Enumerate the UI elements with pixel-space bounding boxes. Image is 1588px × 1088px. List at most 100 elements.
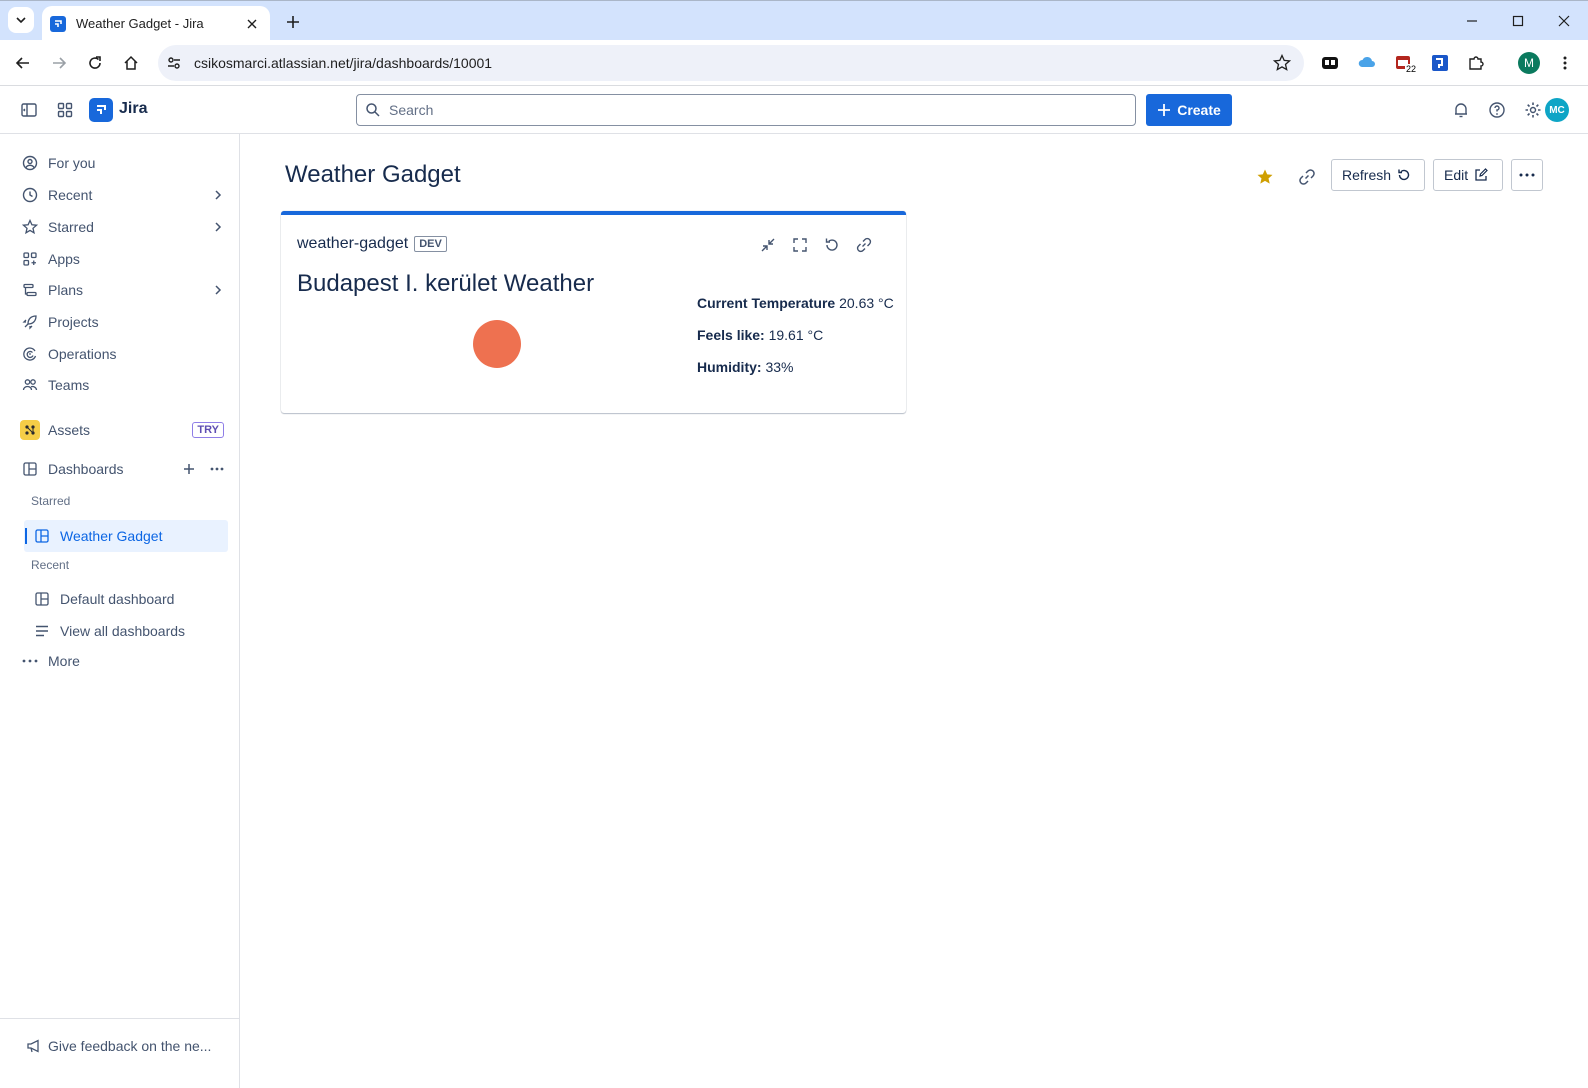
sidebar-item-assets[interactable]: Assets TRY xyxy=(12,415,228,445)
chevron-down-icon xyxy=(16,17,26,24)
forward-button[interactable] xyxy=(45,49,73,77)
browser-profile-avatar[interactable]: M xyxy=(1518,52,1540,74)
chevron-right-icon[interactable] xyxy=(208,217,228,237)
minimize-gadget-icon[interactable] xyxy=(755,232,781,258)
sidebar-item-label: For you xyxy=(48,155,96,171)
arrow-left-icon xyxy=(15,57,29,69)
sidebar-item-label: Recent xyxy=(48,187,93,203)
app-switcher-icon[interactable] xyxy=(53,98,77,122)
sidebar-dashboard-default[interactable]: Default dashboard xyxy=(24,583,228,615)
edit-label: Edit xyxy=(1444,167,1469,183)
assets-icon xyxy=(20,420,40,440)
current-temperature: Current Temperature 20.63 °C xyxy=(697,295,894,311)
sidebar-section-recent: Recent xyxy=(31,558,70,572)
cloud-extension-icon[interactable] xyxy=(1355,51,1379,75)
jira-favicon-icon xyxy=(50,15,66,32)
sidebar-item-for-you[interactable]: For you xyxy=(12,148,228,178)
feels-like-label: Feels like: xyxy=(697,327,765,343)
sidebar-item-starred[interactable]: Starred xyxy=(12,212,228,242)
refresh-icon xyxy=(1398,169,1410,181)
app-name[interactable]: Jira xyxy=(119,100,147,118)
humidity: Humidity: 33% xyxy=(697,359,793,375)
new-tab-button[interactable] xyxy=(280,9,306,35)
settings-gear-icon[interactable] xyxy=(1521,98,1545,122)
dashboard-icon xyxy=(20,459,40,479)
maximize-window-button[interactable] xyxy=(1498,7,1538,35)
sidebar-item-projects[interactable]: Projects xyxy=(12,307,228,337)
chevron-right-icon[interactable] xyxy=(208,280,228,300)
sidebar-item-label: Plans xyxy=(48,282,84,298)
refresh-label: Refresh xyxy=(1342,167,1392,183)
sidebar-item-label: Projects xyxy=(48,314,99,330)
sidebar-item-dashboards[interactable]: Dashboards xyxy=(12,454,228,484)
site-info-icon[interactable] xyxy=(166,55,182,71)
search-icon xyxy=(366,103,380,117)
help-icon[interactable] xyxy=(1485,98,1509,122)
sidebar-item-plans[interactable]: Plans xyxy=(12,275,228,305)
dashboard-icon xyxy=(32,526,52,546)
close-tab-icon[interactable] xyxy=(242,14,262,34)
sidebar-item-label: Starred xyxy=(48,219,94,235)
gadget-link-icon[interactable] xyxy=(851,232,877,258)
home-button[interactable] xyxy=(117,49,145,77)
refresh-button[interactable]: Refresh xyxy=(1331,159,1425,191)
feedback-label: Give feedback on the ne... xyxy=(48,1038,212,1054)
edit-button[interactable]: Edit xyxy=(1433,159,1503,191)
humidity-value: 33% xyxy=(765,359,794,375)
more-options-icon[interactable] xyxy=(206,458,228,480)
url-text[interactable]: csikosmarci.atlassian.net/jira/dashboard… xyxy=(194,55,492,71)
notifications-bell-icon[interactable] xyxy=(1449,98,1473,122)
gadget-name: weather-gadget xyxy=(297,235,409,252)
expand-gadget-icon[interactable] xyxy=(787,232,813,258)
minimize-icon xyxy=(1467,20,1477,22)
search-input[interactable] xyxy=(389,102,1135,118)
extensions-puzzle-icon[interactable] xyxy=(1464,51,1488,75)
extension-tiles-icon[interactable] xyxy=(1318,51,1342,75)
sidebar-item-teams[interactable]: Teams xyxy=(12,370,228,400)
create-button[interactable]: Create xyxy=(1146,94,1232,126)
browser-toolbar: csikosmarci.atlassian.net/jira/dashboard… xyxy=(0,40,1588,86)
tab-search-button[interactable] xyxy=(8,7,34,33)
sidebar-toggle-icon[interactable] xyxy=(17,98,41,122)
close-window-button[interactable] xyxy=(1544,7,1584,35)
browser-tab[interactable]: Weather Gadget - Jira xyxy=(42,6,270,41)
starred-star-icon[interactable] xyxy=(1249,161,1281,193)
sidebar-item-label: Assets xyxy=(48,422,91,438)
apps-grid-icon xyxy=(20,249,40,269)
chevron-right-icon[interactable] xyxy=(208,185,228,205)
minimize-window-button[interactable] xyxy=(1452,7,1492,35)
temperature-label: Current Temperature xyxy=(697,295,836,311)
sidebar-item-recent[interactable]: Recent xyxy=(12,180,228,210)
sidebar-item-operations[interactable]: Operations xyxy=(12,339,228,369)
sidebar-dashboard-weather-gadget[interactable]: Weather Gadget xyxy=(24,520,228,552)
temperature-value: 20.63 °C xyxy=(839,295,894,311)
shield-extension-icon[interactable] xyxy=(1428,51,1452,75)
sidebar-view-all-dashboards[interactable]: View all dashboards xyxy=(24,615,228,647)
bookmark-star-icon[interactable] xyxy=(1272,53,1292,73)
clock-icon xyxy=(20,185,40,205)
copy-link-icon[interactable] xyxy=(1291,161,1323,193)
sidebar-item-label: Default dashboard xyxy=(60,591,175,607)
sidebar-item-apps[interactable]: Apps xyxy=(12,244,228,274)
sidebar-item-more[interactable]: More xyxy=(12,646,228,676)
operations-icon xyxy=(20,344,40,364)
address-bar[interactable]: csikosmarci.atlassian.net/jira/dashboard… xyxy=(158,45,1304,81)
give-feedback-button[interactable]: Give feedback on the ne... xyxy=(26,1038,211,1054)
reload-button[interactable] xyxy=(81,49,109,77)
more-actions-button[interactable] xyxy=(1511,159,1543,191)
sidebar-item-label: Teams xyxy=(48,377,90,393)
feedback-area: Give feedback on the ne... xyxy=(0,1018,239,1088)
back-button[interactable] xyxy=(9,49,37,77)
add-dashboard-plus-icon[interactable] xyxy=(178,458,200,480)
jira-logo-icon[interactable] xyxy=(89,98,113,122)
user-avatar[interactable]: MC xyxy=(1545,98,1569,122)
browser-menu-icon[interactable] xyxy=(1553,51,1577,75)
extension-badge: 22 xyxy=(1405,64,1418,74)
close-icon xyxy=(1558,15,1570,27)
calendar-extension-icon[interactable]: 22 xyxy=(1392,51,1418,75)
search-box[interactable] xyxy=(356,94,1136,126)
refresh-gadget-icon[interactable] xyxy=(819,232,845,258)
reload-icon xyxy=(89,56,101,69)
weather-city-title: Budapest I. kerület Weather xyxy=(297,270,595,297)
try-badge[interactable]: TRY xyxy=(192,422,224,438)
